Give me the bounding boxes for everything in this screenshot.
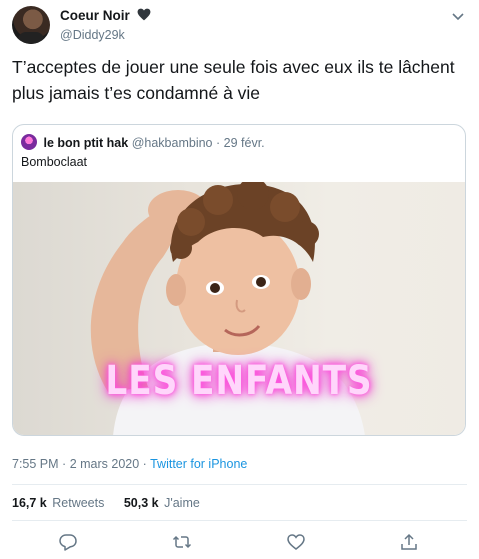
quoted-author-name: le bon ptit hak xyxy=(43,136,129,150)
likes-label: J'aime xyxy=(164,496,200,510)
author-block: Coeur Noir @Diddy29k xyxy=(60,7,151,42)
author-handle[interactable]: @Diddy29k xyxy=(60,28,151,42)
quoted-separator: · xyxy=(215,136,221,150)
quoted-author-handle: @hakbambino xyxy=(131,136,213,150)
action-bar xyxy=(0,532,479,552)
quoted-date: 29 févr. xyxy=(223,136,265,150)
avatar-shirt xyxy=(18,32,44,44)
quoted-tweet-text: Bomboclaat xyxy=(21,155,88,169)
tweet-meta: 7:55 PM · 2 mars 2020 · Twitter for iPho… xyxy=(12,457,247,471)
likes-stat[interactable]: 50,3 k J'aime xyxy=(124,496,200,510)
media-caption: LES ENFANTS xyxy=(105,358,373,404)
divider-bottom xyxy=(12,520,467,521)
like-icon[interactable] xyxy=(286,532,306,552)
retweet-icon[interactable] xyxy=(172,532,192,552)
tweet-text: T’acceptes de jouer une seule fois avec … xyxy=(12,57,455,103)
meta-separator-1: · xyxy=(62,457,67,471)
retweets-label: Retweets xyxy=(52,496,105,510)
chevron-down-icon[interactable] xyxy=(451,12,465,22)
tweet: Coeur Noir @Diddy29k T’acceptes de jouer… xyxy=(0,0,479,559)
quoted-tweet-header: le bon ptit hak @hakbambino · 29 févr. xyxy=(21,134,265,150)
quoted-tweet[interactable]: le bon ptit hak @hakbambino · 29 févr. B… xyxy=(12,124,466,436)
quoted-media[interactable]: LES ENFANTS xyxy=(13,182,465,435)
quoted-author-avatar xyxy=(21,134,37,150)
heart-icon xyxy=(137,8,151,21)
tweet-time[interactable]: 7:55 PM xyxy=(12,457,59,471)
tweet-source-link[interactable]: Twitter for iPhone xyxy=(150,457,247,471)
retweets-count: 16,7 k xyxy=(12,496,47,510)
tweet-stats: 16,7 k Retweets 50,3 k J'aime xyxy=(12,496,216,510)
share-icon[interactable] xyxy=(399,532,419,552)
reply-icon[interactable] xyxy=(58,532,78,552)
divider-top xyxy=(12,484,467,485)
likes-count: 50,3 k xyxy=(123,496,159,510)
tweet-date[interactable]: 2 mars 2020 xyxy=(70,457,139,471)
meta-separator-2: · xyxy=(142,457,147,471)
retweets-stat[interactable]: 16,7 k Retweets xyxy=(12,496,104,510)
author-avatar[interactable] xyxy=(12,6,50,44)
author-display-name[interactable]: Coeur Noir xyxy=(60,8,130,23)
